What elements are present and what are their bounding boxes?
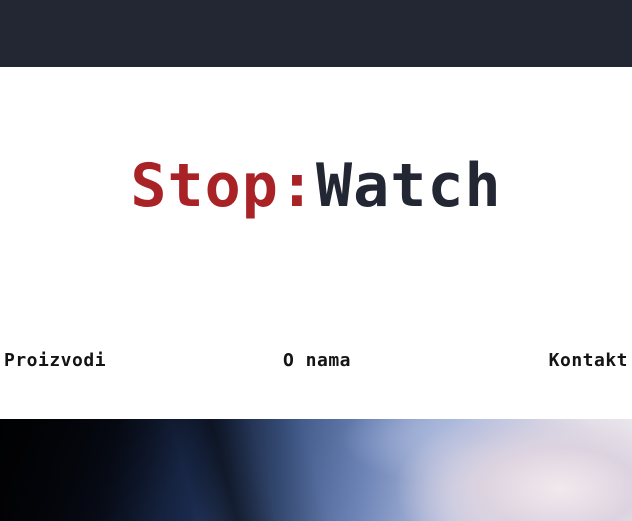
top-header-bar <box>0 0 632 67</box>
nav-link-o-nama[interactable]: O nama <box>283 348 351 374</box>
logo-text-stop: Stop: <box>130 151 316 221</box>
hero-image <box>0 419 632 521</box>
logo-text-watch: Watch <box>316 151 502 221</box>
site-logo[interactable]: Stop:Watch <box>0 148 632 224</box>
main-navigation: Proizvodi O nama Kontakt <box>0 348 632 376</box>
nav-link-kontakt[interactable]: Kontakt <box>549 348 628 374</box>
nav-link-proizvodi[interactable]: Proizvodi <box>4 348 106 374</box>
hero-image-shading <box>0 419 632 521</box>
